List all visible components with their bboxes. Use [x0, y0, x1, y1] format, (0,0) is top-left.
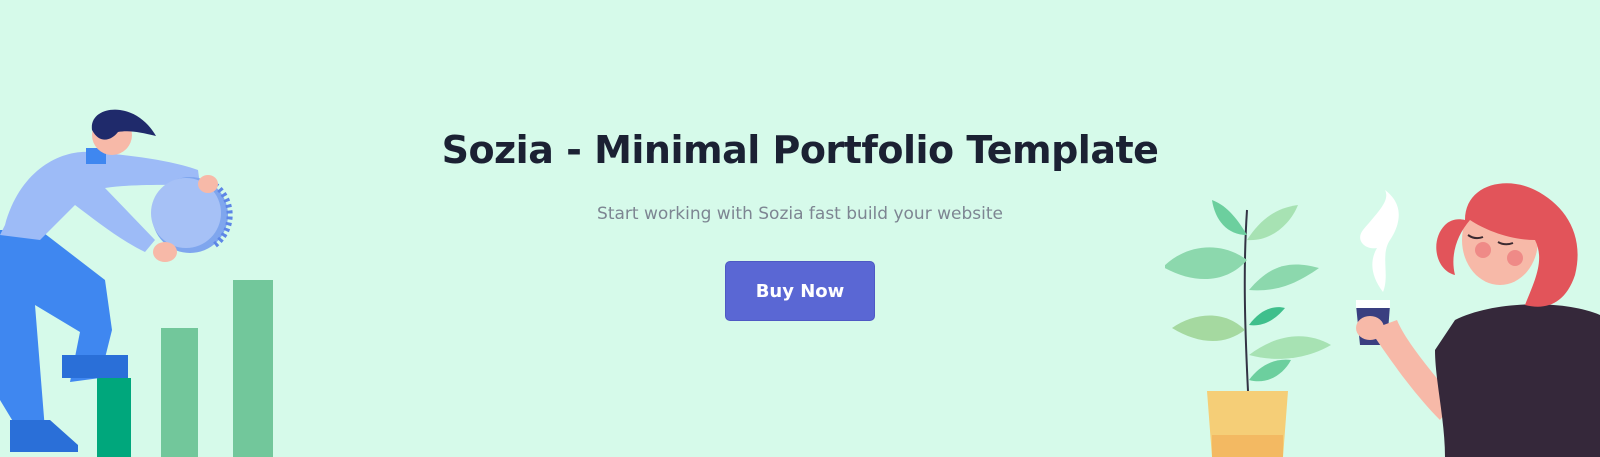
woman-with-coffee-icon: [1356, 183, 1600, 457]
buy-now-button[interactable]: Buy Now: [725, 261, 875, 321]
potted-plant-icon: [1165, 200, 1331, 457]
page-title: Sozia - Minimal Portfolio Template: [441, 128, 1159, 172]
bar-tall: [233, 280, 273, 457]
bar-medium: [161, 328, 198, 457]
bar-small: [97, 378, 131, 457]
hero-section: Sozia - Minimal Portfolio Template Start…: [0, 0, 1600, 457]
page-subtitle: Start working with Sozia fast build your…: [597, 204, 1003, 224]
